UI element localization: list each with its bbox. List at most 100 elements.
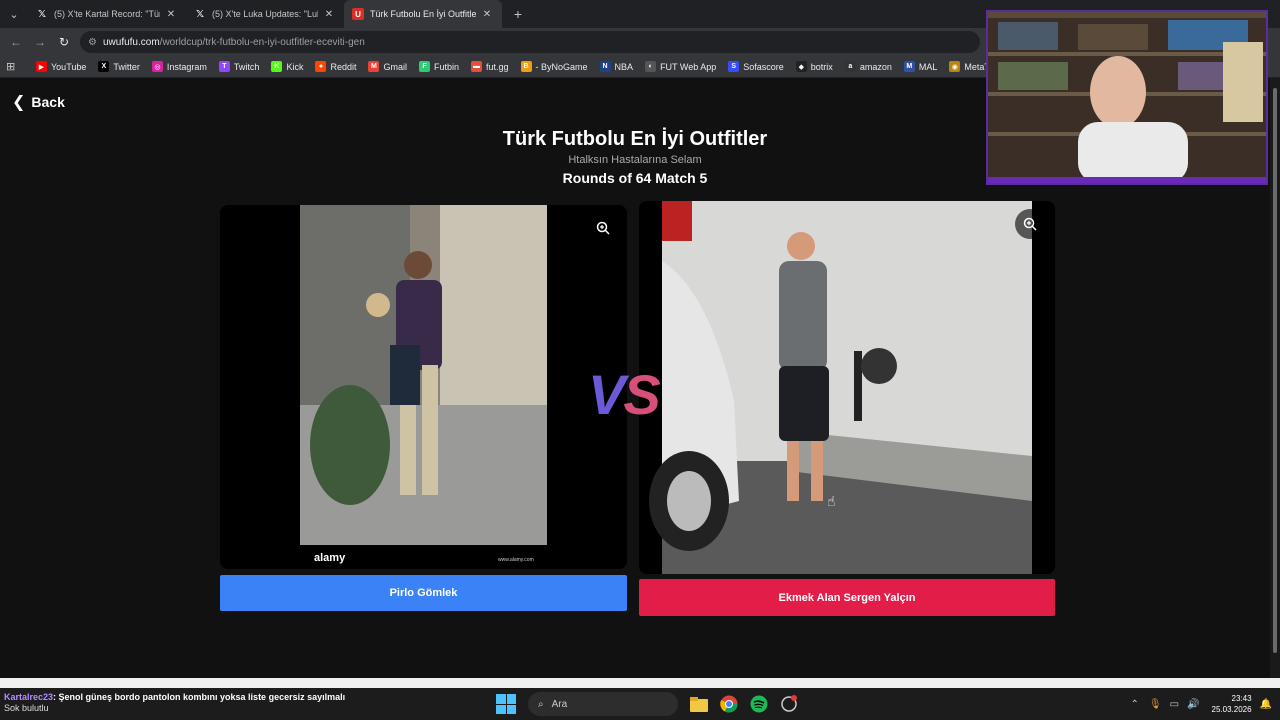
new-tab-button[interactable]: + [506,2,530,26]
back-label: Back [31,94,65,110]
vs-label: VS [588,362,661,427]
bookmark-label: fut.gg [486,61,509,72]
back-button[interactable]: ❮ Back [12,92,65,112]
vs-s: S [623,363,660,426]
bookmark-twitch[interactable]: T Twitch [218,61,259,72]
weather-text: Sok bulutlu [4,703,49,713]
bookmark-sofascore[interactable]: S Sofascore [728,61,784,72]
bookmark-label: - ByNoGame [535,61,588,72]
stream-chat-overlay: Kartalrec23: Şenol güneş bordo pantolon … [4,692,345,714]
sofascore-icon: S [728,61,740,72]
amazon-icon: a [844,61,856,72]
close-icon[interactable]: ✕ [322,9,336,20]
back-arrow-icon[interactable]: ← [4,30,28,54]
microphone-icon[interactable]: 🎙 [1149,699,1162,710]
right-choice-photo [649,201,1032,574]
system-tray: ⌃ 🎙 ▭ 🔊 23:43 25.03.2026 🔔 [1131,692,1273,716]
twitter-icon: X [98,61,110,72]
reload-icon[interactable]: ↻ [52,30,76,54]
youtube-icon: ▶ [36,61,47,72]
clock[interactable]: 23:43 25.03.2026 [1212,693,1252,715]
tab-title: (5) X'te Kartal Record: "Türkiye' [54,9,160,19]
choose-right-button[interactable]: Ekmek Alan Sergen Yalçın [639,579,1055,616]
chat-username: Kartalrec23 [4,692,54,702]
alamy-watermark: alamy [314,552,346,564]
chevron-up-icon[interactable]: ⌃ [1131,699,1139,710]
bookmark-label: MAL [918,61,938,72]
bookmark-label: amazon [859,61,892,72]
scrollbar-thumb[interactable] [1273,88,1277,653]
chevron-left-icon: ❮ [12,94,26,111]
bookmark-label: YouTube [51,61,87,72]
bookmark-nba[interactable]: N NBA [599,61,634,72]
metatft-icon: ◉ [949,61,961,72]
bookmark-reddit[interactable]: ● Reddit [315,61,356,72]
url-bar[interactable]: ⚙ uwufufu.com /worldcup/trk-futbolu-en-i… [80,31,980,53]
bookmark-amazon[interactable]: a amazon [844,61,892,72]
bookmark-kick[interactable]: K Kick [271,61,303,72]
futbin-icon: F [418,61,430,72]
reddit-icon: ● [315,61,327,72]
webcam-feed [988,12,1266,183]
volume-icon[interactable]: 🔊 [1187,699,1199,710]
streamer-webcam [986,10,1268,185]
left-choice-photo: alamy www.alamy.com [300,205,547,569]
windows-taskbar: Kartalrec23: Şenol güneş bordo pantolon … [0,688,1280,720]
left-choice-card[interactable]: alamy www.alamy.com [220,205,627,569]
tab-luka-updates[interactable]: 𝕏 (5) X'te Luka Updates: "Luka Dö ✕ [186,0,344,28]
bookmark-label: Twitter [113,61,140,72]
taskbar-apps: ⌕ Ara [496,692,804,716]
bookmark-label: Gmail [383,61,407,72]
x-icon: 𝕏 [195,8,205,20]
windows-start-icon[interactable] [496,694,516,714]
uwufufu-icon: U [352,8,364,20]
bookmark-fut-web-app[interactable]: ◐ FUT Web App [645,61,716,72]
zoom-icon[interactable] [1015,209,1045,239]
bookmark-label: Kick [286,61,304,72]
right-choice-card[interactable]: ☝ [639,201,1055,574]
tab-search-chevron-icon[interactable]: ⌄ [0,0,28,28]
spotify-icon[interactable] [747,692,771,716]
choose-left-button[interactable]: Pirlo Gömlek [220,575,627,611]
bookmark-botrix[interactable]: ◆ botrix [795,61,833,72]
vertical-scrollbar[interactable] [1270,78,1280,678]
bookmark-mal[interactable]: M MAL [903,61,938,72]
tab-title: Türk Futbolu En İyi Outfitler | U [370,9,476,19]
chrome-icon[interactable] [717,692,741,716]
bookmark-youtube[interactable]: ▶ YouTube [36,61,86,72]
taskbar-search[interactable]: ⌕ Ara [528,692,678,716]
mouse-cursor-icon: ☝ [827,493,836,509]
file-explorer-icon[interactable] [687,692,711,716]
close-icon[interactable]: ✕ [164,9,178,20]
app-notification-icon[interactable] [777,692,801,716]
bookmark-label: Instagram [166,61,207,72]
bookmark-label: Sofascore [743,61,784,72]
horizontal-scrollbar[interactable] [0,678,1280,688]
fut-gg-icon: ▬ [471,61,482,72]
bookmark-bynogame[interactable]: B- ByNoGame [520,61,588,72]
bookmark-twitter[interactable]: X Twitter [98,61,140,72]
close-icon[interactable]: ✕ [480,9,494,20]
apps-grid-icon[interactable]: ⊞ [6,60,24,73]
bookmark-instagram[interactable]: ◎ Instagram [151,61,207,72]
url-domain: uwufufu.com [102,36,160,48]
bookmark-label: FUT Web App [660,61,717,72]
bookmark-futbin[interactable]: F Futbin [418,61,459,72]
network-icon[interactable]: ▭ [1170,699,1179,710]
tab-kartal-record[interactable]: 𝕏 (5) X'te Kartal Record: "Türkiye' ✕ [28,0,186,28]
vs-v: V [588,363,625,426]
forward-arrow-icon[interactable]: → [28,30,52,54]
site-info-icon[interactable]: ⚙ [88,37,97,48]
zoom-icon[interactable] [588,213,618,243]
notification-bell-icon[interactable]: 🔔 [1260,699,1272,710]
fut-web-app-icon: ◐ [645,61,657,72]
bookmark-gmail[interactable]: M Gmail [368,61,407,72]
chat-message: : Şenol güneş bordo pantolon kombını yok… [53,692,346,702]
gmail-icon: M [368,61,380,72]
url-path: /worldcup/trk-futbolu-en-iyi-outfitler-e… [159,36,365,48]
clock-date: 25.03.2026 [1211,705,1252,714]
tab-uwufufu[interactable]: U Türk Futbolu En İyi Outfitler | U ✕ [344,0,502,28]
bookmark-fut-gg[interactable]: ▬ fut.gg [471,61,509,72]
clock-time: 23:43 [1231,694,1252,703]
bookmark-label: NBA [614,61,634,72]
